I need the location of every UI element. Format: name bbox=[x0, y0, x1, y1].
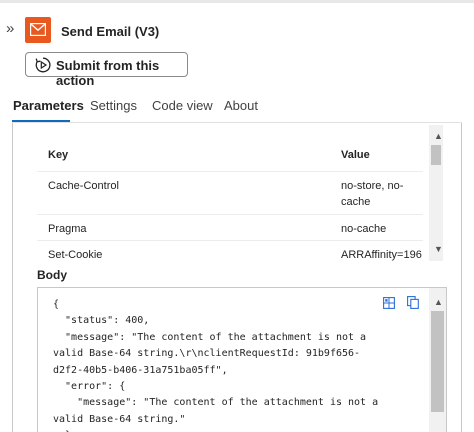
code-line: valid Base-64 string.\r\nclientRequestId… bbox=[53, 348, 361, 360]
collapse-panel-icon[interactable]: » bbox=[6, 20, 15, 37]
body-label: Body bbox=[37, 268, 67, 282]
body-scrollbar-thumb[interactable] bbox=[431, 311, 444, 412]
code-line: valid Base-64 string." bbox=[53, 413, 186, 425]
tab-about[interactable]: About bbox=[224, 98, 258, 113]
tab-settings[interactable]: Settings bbox=[90, 98, 137, 113]
code-line: "status": 400, bbox=[53, 315, 150, 327]
table-row-key: Cache-Control bbox=[48, 180, 119, 192]
body-scroll-up-arrow-icon[interactable]: ▲ bbox=[434, 297, 443, 307]
tab-parameters[interactable]: Parameters bbox=[13, 98, 84, 113]
code-line: "message": "The content of the attachmen… bbox=[53, 397, 379, 409]
panel-right-border bbox=[461, 123, 462, 432]
submit-button-label: Submit from this action bbox=[56, 58, 160, 88]
scroll-up-arrow-icon[interactable]: ▲ bbox=[434, 131, 443, 141]
copy-icon[interactable] bbox=[407, 296, 419, 314]
outlook-mail-icon bbox=[25, 17, 51, 43]
action-title: Send Email (V3) bbox=[61, 24, 160, 39]
row-divider bbox=[37, 240, 423, 241]
row-divider bbox=[37, 214, 423, 215]
tab-code-view[interactable]: Code view bbox=[152, 98, 213, 113]
submit-from-action-button[interactable]: Submit from this action bbox=[25, 52, 188, 88]
submit-icon bbox=[35, 57, 51, 76]
column-header-value: Value bbox=[341, 149, 370, 161]
column-header-key: Key bbox=[48, 149, 69, 161]
table-row-value: ARRAffinity=196 bbox=[341, 249, 422, 261]
table-row-value: no-store, no-cache bbox=[341, 180, 404, 208]
scroll-down-arrow-icon[interactable]: ▼ bbox=[434, 244, 443, 254]
row-divider bbox=[37, 171, 423, 172]
code-line: "message": "The content of the attachmen… bbox=[53, 331, 367, 343]
table-scrollbar-thumb[interactable] bbox=[431, 145, 441, 165]
format-view-icon[interactable] bbox=[383, 296, 395, 314]
body-json-content: { "status": 400, "message": "The content… bbox=[53, 297, 378, 432]
code-line: { bbox=[53, 299, 60, 310]
top-divider bbox=[0, 0, 474, 3]
body-json-viewer[interactable]: { "status": 400, "message": "The content… bbox=[37, 287, 447, 432]
table-row-key: Pragma bbox=[48, 223, 87, 235]
code-line: "error": { bbox=[53, 381, 126, 393]
table-row-value: no-cache bbox=[341, 223, 387, 235]
headers-table: Key Value Cache-Control no-store, no-cac… bbox=[37, 125, 446, 261]
tabs-divider bbox=[12, 122, 462, 123]
table-row-key: Set-Cookie bbox=[48, 249, 103, 261]
panel-left-border bbox=[12, 123, 13, 432]
code-line: d2f2-40b5-b406-31a751ba05ff", bbox=[53, 364, 228, 376]
